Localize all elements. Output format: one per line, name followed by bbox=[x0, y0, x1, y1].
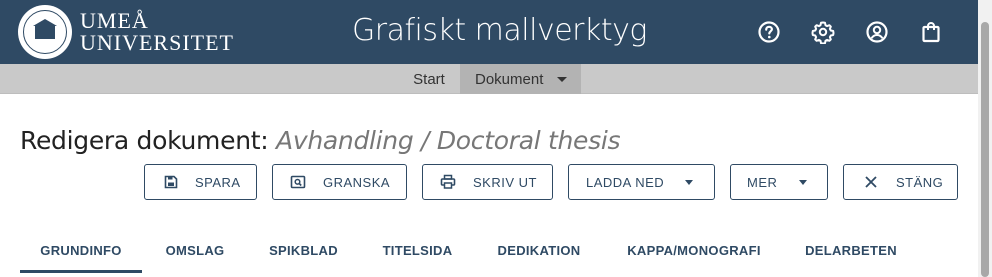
tab-titelsida[interactable]: TITELSIDA bbox=[369, 228, 466, 272]
scrollbar-thumb[interactable] bbox=[981, 22, 989, 277]
tab-delarbeten[interactable]: DELARBETEN bbox=[793, 228, 909, 272]
tab-kappa-monografi[interactable]: KAPPA/MONOGRAFI bbox=[612, 228, 776, 272]
printer-icon bbox=[440, 174, 456, 190]
download-button-label: LADDA NED bbox=[586, 174, 665, 190]
page-title-prefix: Redigera dokument: bbox=[20, 126, 269, 155]
app-header: UMEÅ UNIVERSITET Grafiskt mallverktyg bbox=[0, 0, 978, 64]
chevron-down-icon bbox=[799, 179, 808, 185]
university-seal-icon bbox=[18, 5, 72, 59]
nav-item-start[interactable]: Start bbox=[398, 64, 460, 94]
chevron-down-icon bbox=[557, 76, 568, 82]
close-button-label: STÄNG bbox=[896, 174, 944, 190]
tab-spikblad[interactable]: SPIKBLAD bbox=[255, 228, 352, 272]
logo-line-1: UMEÅ bbox=[80, 8, 149, 33]
download-dropdown-button[interactable]: LADDA NED bbox=[568, 164, 715, 200]
close-icon bbox=[863, 174, 879, 190]
save-button[interactable]: SPARA bbox=[144, 164, 257, 200]
chevron-down-icon bbox=[685, 179, 694, 185]
review-button[interactable]: GRANSKA bbox=[272, 164, 407, 200]
nav-item-dokument-label: Dokument bbox=[475, 70, 544, 88]
print-button[interactable]: SKRIV UT bbox=[422, 164, 553, 200]
help-icon[interactable] bbox=[757, 20, 781, 44]
more-dropdown-button[interactable]: MER bbox=[730, 164, 828, 200]
close-button[interactable]: STÄNG bbox=[843, 164, 958, 200]
preview-icon bbox=[290, 174, 306, 190]
active-tab-indicator bbox=[20, 270, 142, 273]
more-button-label: MER bbox=[747, 174, 778, 190]
document-name: Avhandling / Doctoral thesis bbox=[276, 126, 621, 155]
save-icon bbox=[163, 174, 179, 190]
nav-item-dokument[interactable]: Dokument bbox=[460, 64, 581, 94]
save-button-label: SPARA bbox=[195, 174, 241, 190]
settings-gear-icon[interactable] bbox=[811, 20, 835, 44]
review-button-label: GRANSKA bbox=[323, 174, 391, 190]
page-title: Redigera dokument: Avhandling / Doctoral… bbox=[20, 126, 621, 155]
tab-omslag[interactable]: OMSLAG bbox=[151, 228, 239, 272]
university-logo[interactable]: UMEÅ UNIVERSITET bbox=[18, 5, 234, 59]
tab-dedikation[interactable]: DEDIKATION bbox=[483, 228, 595, 272]
tab-grundinfo[interactable]: GRUNDINFO bbox=[20, 228, 142, 272]
app-title: Grafiskt mallverktyg bbox=[352, 13, 647, 48]
print-button-label: SKRIV UT bbox=[473, 174, 537, 190]
logo-line-2: UNIVERSITET bbox=[80, 30, 234, 55]
sub-navigation: Start Dokument bbox=[0, 64, 978, 94]
shopping-bag-icon[interactable] bbox=[919, 20, 943, 44]
university-name: UMEÅ UNIVERSITET bbox=[80, 10, 234, 54]
account-icon[interactable] bbox=[865, 20, 889, 44]
